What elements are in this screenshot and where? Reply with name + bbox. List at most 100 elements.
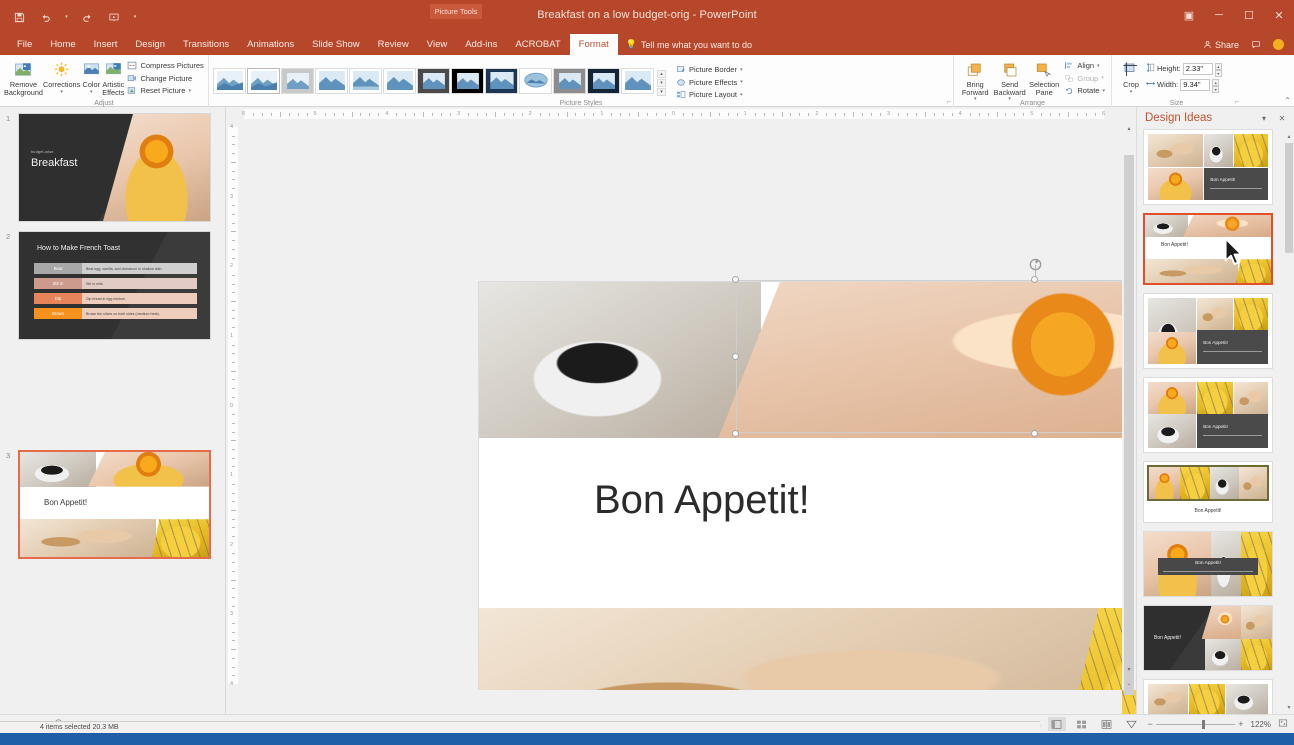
- slide-show-view-button[interactable]: [1123, 717, 1141, 731]
- picture-style-option[interactable]: [519, 67, 552, 94]
- tab-review[interactable]: Review: [369, 34, 418, 55]
- tab-format[interactable]: Format: [569, 34, 618, 55]
- size-dialog-launcher[interactable]: ⌐: [1235, 99, 1239, 106]
- ideas-scrollbar-thumb[interactable]: [1285, 143, 1293, 253]
- picture-style-option[interactable]: [349, 67, 382, 94]
- picture-style-option[interactable]: [451, 67, 484, 94]
- normal-view-button[interactable]: [1047, 717, 1066, 731]
- rotate-button[interactable]: Rotate ▾: [1061, 85, 1107, 96]
- align-dropdown-icon[interactable]: ▾: [1097, 63, 1100, 69]
- customize-qat-icon[interactable]: ▾: [132, 8, 138, 26]
- picture-style-option[interactable]: [247, 67, 280, 94]
- picture-style-option[interactable]: [417, 67, 450, 94]
- design-ideas-scrollbar[interactable]: ▴ ▾: [1284, 129, 1294, 714]
- scroll-up-arrow-icon[interactable]: ▴: [1122, 121, 1136, 135]
- fit-slide-to-window-icon[interactable]: [1278, 718, 1288, 730]
- design-idea-card-selected[interactable]: Bon Appetit!: [1143, 213, 1273, 285]
- reset-picture-button[interactable]: Reset Picture ▾: [124, 85, 205, 96]
- picture-border-dropdown-icon[interactable]: ▾: [740, 67, 743, 73]
- reading-view-button[interactable]: [1098, 717, 1116, 731]
- corrections-dropdown-icon[interactable]: ▾: [60, 89, 63, 95]
- slide-top-photo-band[interactable]: [479, 282, 1136, 438]
- picture-style-option[interactable]: [485, 67, 518, 94]
- tab-slide-show[interactable]: Slide Show: [303, 34, 369, 55]
- picture-style-option[interactable]: [281, 67, 314, 94]
- share-button[interactable]: Share: [1203, 40, 1239, 50]
- close-button[interactable]: ✕: [1264, 0, 1294, 30]
- tab-acrobat[interactable]: ACROBAT: [506, 34, 569, 55]
- picture-effects-button[interactable]: Picture Effects ▾: [673, 77, 745, 88]
- color-dropdown-icon[interactable]: ▾: [90, 89, 93, 95]
- picture-border-button[interactable]: Picture Border ▾: [673, 64, 745, 75]
- styles-more-button[interactable]: ▾: [657, 87, 666, 96]
- picture-style-option[interactable]: [315, 67, 348, 94]
- width-spinner[interactable]: ▴ ▾: [1212, 78, 1220, 93]
- minimize-button[interactable]: ─: [1204, 0, 1234, 30]
- height-spinner[interactable]: ▴ ▾: [1214, 62, 1222, 77]
- picture-styles-dialog-launcher[interactable]: ⌐: [947, 99, 951, 106]
- crop-dropdown-icon[interactable]: ▾: [1130, 89, 1133, 95]
- design-idea-card[interactable]: Bon Appetit!: [1143, 129, 1273, 205]
- picture-style-option[interactable]: [213, 67, 246, 94]
- rotate-dropdown-icon[interactable]: ▾: [1102, 88, 1105, 94]
- zoom-track[interactable]: [1155, 719, 1236, 729]
- align-button[interactable]: Align ▾: [1061, 60, 1107, 71]
- chevron-down-icon[interactable]: ▾: [1258, 114, 1270, 123]
- tab-home[interactable]: Home: [41, 34, 84, 55]
- design-idea-card[interactable]: Bon Appetit!: [1143, 293, 1273, 369]
- maximize-button[interactable]: ☐: [1234, 0, 1264, 30]
- ribbon-display-options-icon[interactable]: ▣: [1174, 0, 1204, 30]
- ideas-scroll-down-icon[interactable]: ▾: [1284, 700, 1294, 714]
- tab-design[interactable]: Design: [126, 34, 174, 55]
- undo-dropdown-icon[interactable]: ▾: [64, 8, 69, 26]
- account-smiley-icon[interactable]: [1273, 39, 1284, 50]
- picture-style-option[interactable]: [621, 67, 654, 94]
- design-idea-card[interactable]: [1143, 679, 1273, 714]
- crop-button[interactable]: Crop ▾: [1116, 57, 1146, 95]
- remove-background-button[interactable]: Remove Background: [4, 57, 43, 96]
- slide-editing-surface[interactable]: Bon Appetit!: [479, 282, 1136, 714]
- picture-effects-dropdown-icon[interactable]: ▾: [740, 79, 743, 85]
- design-idea-card[interactable]: Bon Appetit!: [1143, 461, 1273, 523]
- design-idea-card[interactable]: Bon Appetit!: [1143, 377, 1273, 453]
- color-button[interactable]: Color ▾: [80, 57, 102, 95]
- picture-style-option[interactable]: [587, 67, 620, 94]
- slide-thumbnails-pane[interactable]: 1 budget-wise Breakfast 2 How to Make Fr…: [0, 107, 226, 714]
- save-icon[interactable]: [10, 8, 28, 26]
- collapse-ribbon-button[interactable]: ⌃: [1284, 96, 1291, 105]
- slide-thumbnail-2[interactable]: 2 How to Make French Toast Beat Beat egg…: [6, 231, 211, 340]
- picture-layout-button[interactable]: Picture Layout ▾: [673, 89, 745, 100]
- styles-scroll-up-button[interactable]: ▴: [657, 69, 666, 78]
- slide-sorter-view-button[interactable]: [1073, 717, 1091, 731]
- zoom-level-label[interactable]: 122%: [1251, 720, 1271, 729]
- tell-me-box[interactable]: 💡 Tell me what you want to do: [618, 34, 760, 55]
- picture-layout-dropdown-icon[interactable]: ▾: [740, 92, 743, 98]
- tab-view[interactable]: View: [418, 34, 456, 55]
- tab-add-ins[interactable]: Add-ins: [456, 34, 506, 55]
- scrollbar-thumb[interactable]: [1124, 155, 1134, 695]
- tab-file[interactable]: File: [8, 34, 41, 55]
- redo-icon[interactable]: [78, 8, 96, 26]
- next-slide-button-icon[interactable]: ⌄: [1122, 676, 1136, 690]
- reset-picture-dropdown-icon[interactable]: ▾: [188, 88, 191, 94]
- zoom-knob[interactable]: [1201, 719, 1205, 729]
- picture-style-option[interactable]: [553, 67, 586, 94]
- picture-styles-gallery[interactable]: ▴ ▾ ▾ Picture Border ▾ Picture Effects ▾…: [213, 57, 745, 100]
- width-input[interactable]: [1180, 78, 1211, 91]
- send-backward-button[interactable]: Send Backward ▾: [992, 57, 1026, 103]
- slide-thumbnail-1[interactable]: 1 budget-wise Breakfast: [6, 113, 211, 222]
- compress-pictures-button[interactable]: Compress Pictures: [124, 60, 205, 71]
- picture-style-option[interactable]: [383, 67, 416, 94]
- artistic-effects-button[interactable]: Artistic Effects: [102, 57, 124, 96]
- start-presentation-icon[interactable]: [105, 8, 123, 26]
- undo-icon[interactable]: [37, 8, 55, 26]
- bring-forward-button[interactable]: Bring Forward ▾: [958, 57, 992, 103]
- design-idea-card[interactable]: Bon Appetit!: [1143, 605, 1273, 671]
- design-idea-card[interactable]: Bon Appetit!: [1143, 531, 1273, 597]
- slide-thumbnail-3[interactable]: 3 Bon Appetit!: [6, 450, 211, 559]
- selection-pane-button[interactable]: Selection Pane: [1027, 57, 1061, 96]
- height-input[interactable]: [1182, 62, 1213, 75]
- slide-title-text[interactable]: Bon Appetit!: [594, 478, 810, 523]
- zoom-in-button[interactable]: +: [1238, 719, 1243, 729]
- scroll-down-arrow-icon[interactable]: ▾: [1122, 662, 1136, 676]
